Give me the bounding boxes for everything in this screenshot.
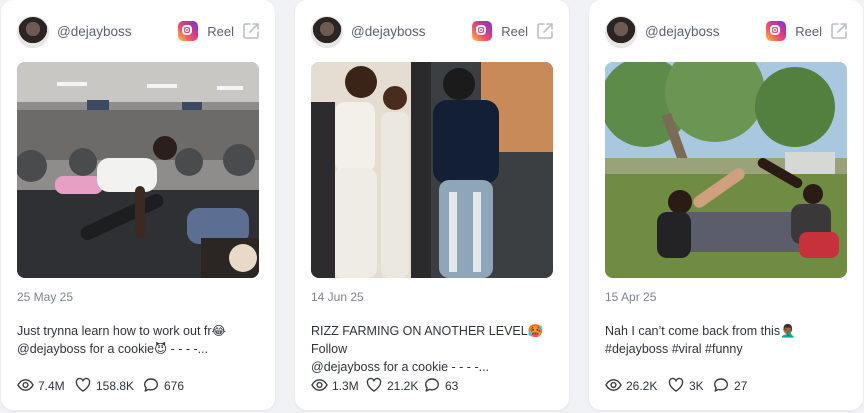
likes-count: 21.2K [387,379,419,393]
likes-count: 158.8K [96,379,135,393]
creator-handle[interactable]: @dejayboss [351,24,426,39]
card-header: @dejayboss Reel [605,16,849,48]
external-link-icon[interactable] [241,21,261,41]
reel-thumbnail[interactable] [17,62,259,278]
instagram-icon [766,21,786,41]
views-count: 26.2K [626,379,658,393]
post-date: 14 Jun 25 [311,290,364,304]
card-header: @dejayboss Reel [311,16,555,48]
comments-count: 63 [445,379,459,393]
post-caption: RIZZ FARMING ON ANOTHER LEVEL🥵 Follow @d… [311,324,544,374]
reel-thumbnail[interactable] [311,62,553,278]
post-type-label: Reel [501,24,528,39]
avatar[interactable] [311,16,343,48]
gym-video-thumbnail-image [17,62,259,278]
external-link-icon[interactable] [829,21,849,41]
reel-cards-grid: @dejayboss Reel 25 May 25 Just trynna le… [0,0,864,413]
post-type-label: Reel [207,24,234,39]
views-count: 7.4M [38,379,65,393]
reel-thumbnail[interactable] [605,62,847,278]
comment-icon [425,378,439,392]
park-video-thumbnail-image [605,62,847,278]
post-stats: 26.2K 3K 27 [605,376,845,394]
post-caption: Just trynna learn how to work out fr😂 @d… [17,324,227,356]
external-link-icon[interactable] [535,21,555,41]
post-stats: 7.4M 158.8K 676 [17,376,257,394]
heart-icon [75,377,91,392]
post-date: 25 May 25 [17,290,74,304]
eye-icon [311,379,328,391]
creator-handle[interactable]: @dejayboss [645,24,720,39]
post-caption: Nah I can’t come back from this🤦🏾‍♂️ #de… [605,324,796,356]
avatar[interactable] [17,16,49,48]
eye-icon [605,379,622,391]
creator-handle[interactable]: @dejayboss [57,24,132,39]
post-type-label: Reel [795,24,822,39]
post-stats: 1.3M 21.2K 63 [311,376,551,394]
heart-icon [668,377,684,392]
views-count: 1.3M [332,379,359,393]
instagram-icon [178,21,198,41]
card-header: @dejayboss Reel [17,16,261,48]
eye-icon [17,379,34,391]
post-date: 15 Apr 25 [605,290,657,304]
reel-card[interactable]: @dejayboss Reel [295,0,569,410]
reel-card[interactable]: @dejayboss Reel [589,0,863,410]
instagram-icon [472,21,492,41]
comments-count: 676 [164,379,185,393]
comments-count: 27 [734,379,748,393]
reel-card[interactable]: @dejayboss Reel [1,0,275,410]
comment-icon [714,378,728,392]
avatar[interactable] [605,16,637,48]
street-video-thumbnail-image [311,62,553,278]
heart-icon [366,377,382,392]
comment-icon [144,378,158,392]
likes-count: 3K [689,379,704,393]
